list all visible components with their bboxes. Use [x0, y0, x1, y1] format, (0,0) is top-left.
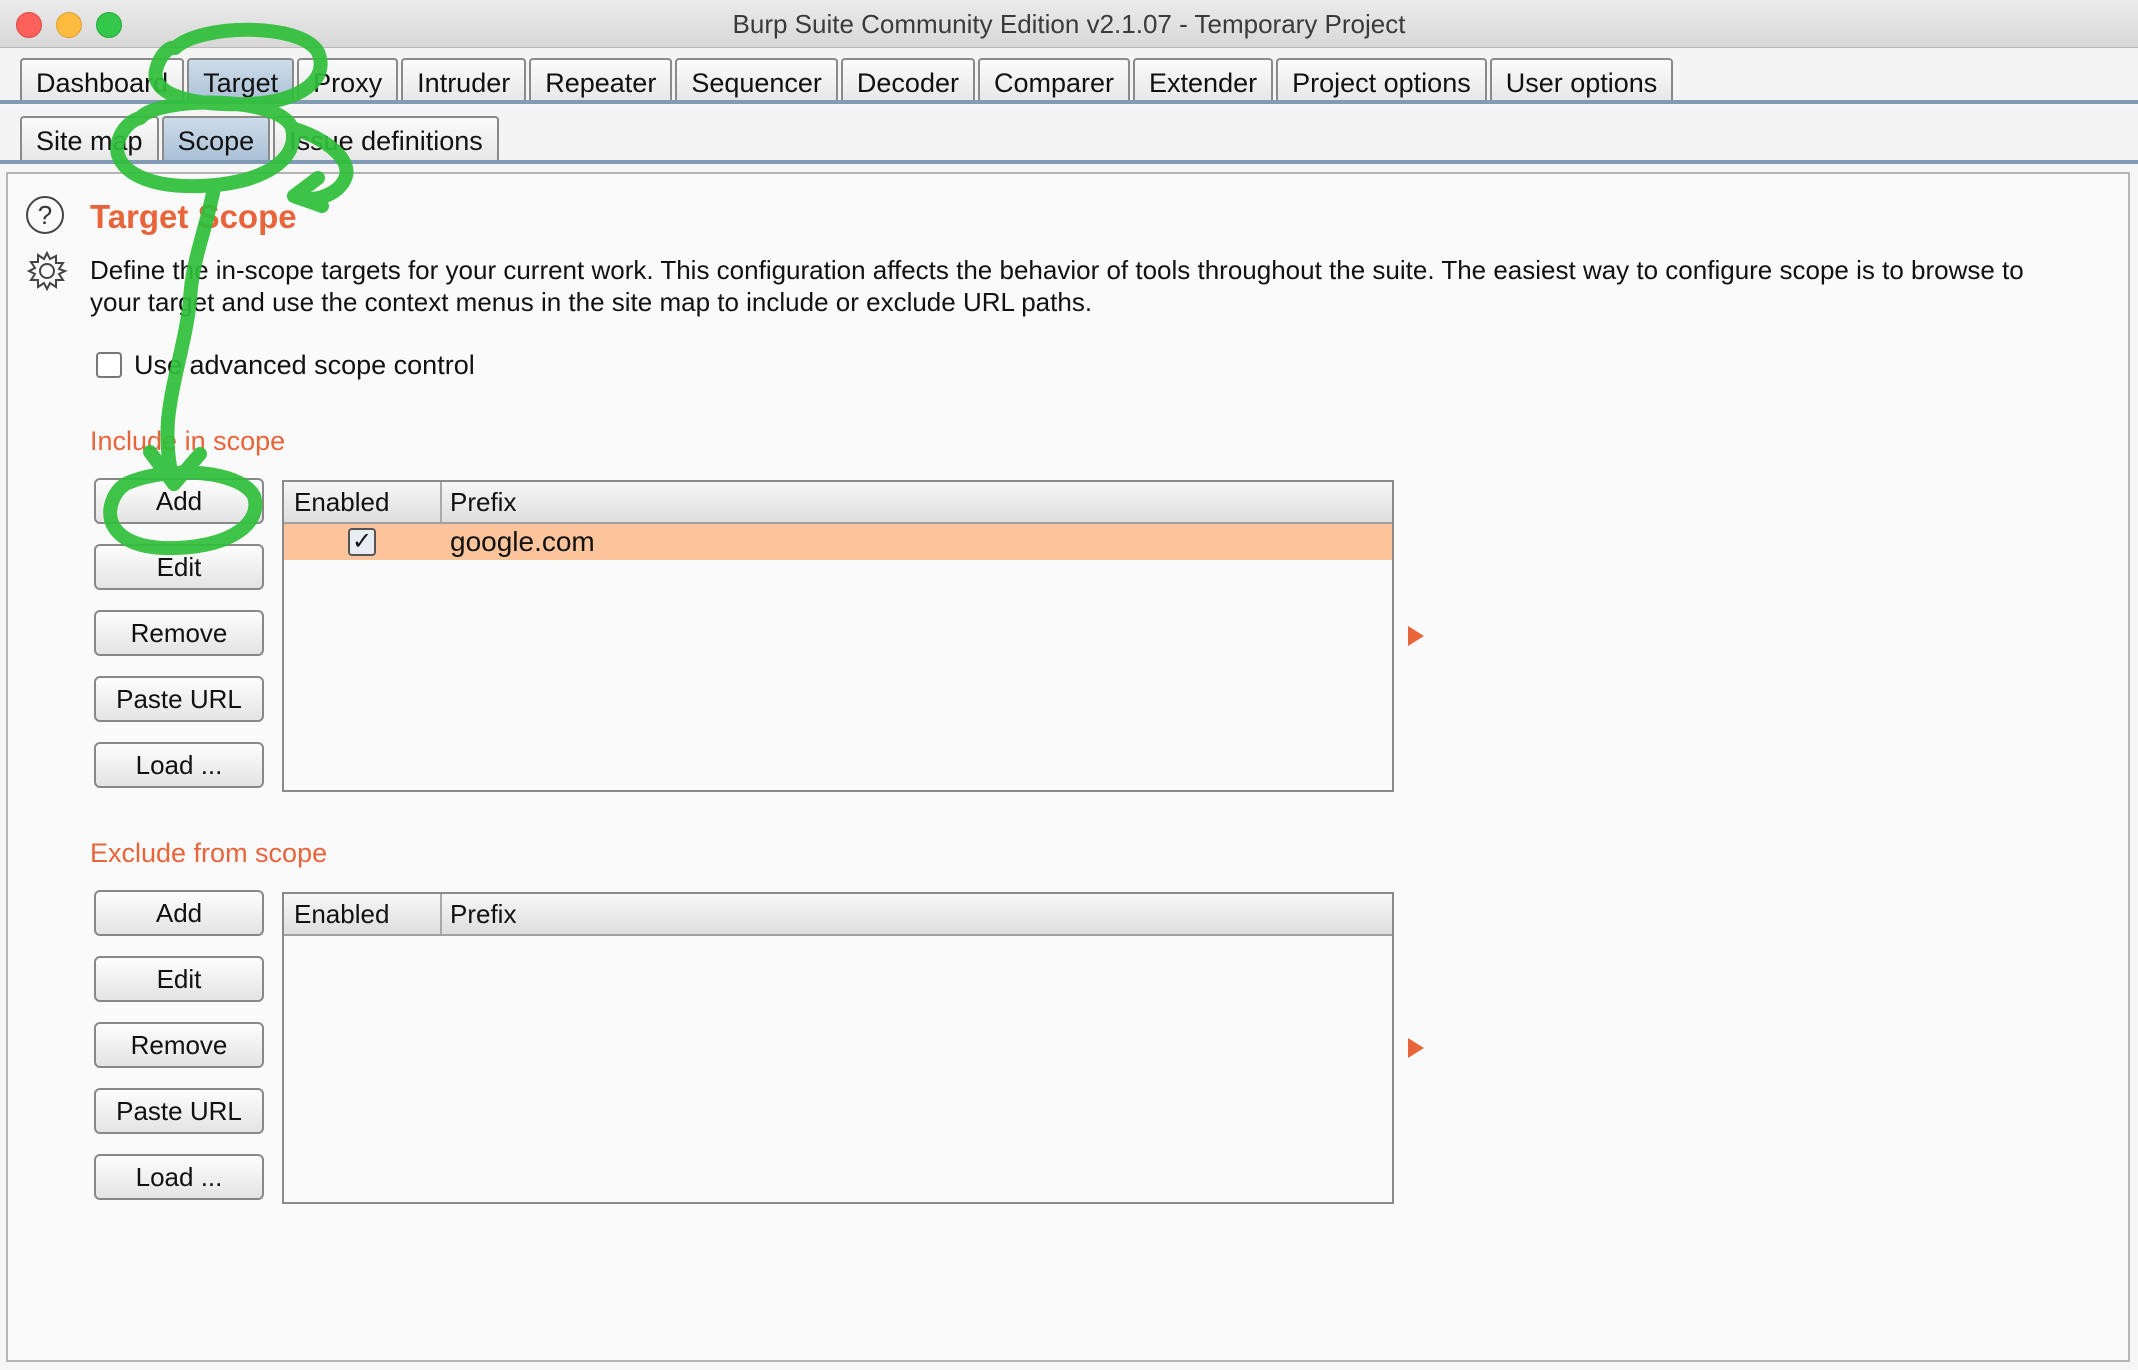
include-scope-table[interactable]: Enabled Prefix ✓ google.com: [282, 480, 1394, 792]
scope-description: Define the in-scope targets for your cur…: [90, 255, 2024, 317]
include-load-button[interactable]: Load ...: [94, 742, 264, 788]
sub-tab-bar: Site map Scope Issue definitions: [0, 108, 2138, 162]
advanced-scope-label[interactable]: Use advanced scope control: [134, 350, 475, 381]
exclude-expand-arrow-icon[interactable]: [1408, 1038, 1424, 1058]
include-paste-url-button[interactable]: Paste URL: [94, 676, 264, 722]
include-add-button[interactable]: Add: [94, 478, 264, 524]
tab-site-map[interactable]: Site map: [20, 116, 159, 162]
tab-comparer[interactable]: Comparer: [977, 58, 1131, 104]
include-table-header: Enabled Prefix: [284, 482, 1392, 524]
tab-decoder[interactable]: Decoder: [840, 58, 975, 104]
sub-tab-divider: [0, 160, 2138, 164]
page-title: Target Scope: [90, 198, 297, 235]
main-tab-divider: [0, 100, 2138, 104]
include-edit-button[interactable]: Edit: [94, 544, 264, 590]
exclude-table-header: Enabled Prefix: [284, 894, 1392, 936]
exclude-scope-table[interactable]: Enabled Prefix: [282, 892, 1394, 1204]
tab-issue-definitions[interactable]: Issue definitions: [273, 116, 499, 162]
exclude-load-button[interactable]: Load ...: [94, 1154, 264, 1200]
exclude-col-enabled[interactable]: Enabled: [294, 894, 389, 934]
include-remove-button[interactable]: Remove: [94, 610, 264, 656]
exclude-scope-label: Exclude from scope: [90, 838, 328, 868]
tab-project-options[interactable]: Project options: [1276, 58, 1487, 104]
table-row[interactable]: ✓ google.com: [284, 524, 1392, 560]
tab-sequencer[interactable]: Sequencer: [675, 58, 838, 104]
title-bar: Burp Suite Community Edition v2.1.07 - T…: [0, 0, 2138, 48]
include-col-enabled[interactable]: Enabled: [294, 482, 389, 522]
include-col-prefix[interactable]: Prefix: [450, 482, 516, 522]
row-prefix: google.com: [450, 526, 595, 557]
tab-scope[interactable]: Scope: [161, 116, 271, 162]
tab-dashboard[interactable]: Dashboard: [20, 58, 185, 104]
exclude-col-prefix[interactable]: Prefix: [450, 894, 516, 934]
exclude-add-button[interactable]: Add: [94, 890, 264, 936]
tab-user-options[interactable]: User options: [1489, 58, 1674, 104]
gear-icon[interactable]: [26, 250, 68, 292]
scope-panel: ? Target Scope Define the in-scope targe…: [6, 172, 2130, 1362]
tab-proxy[interactable]: Proxy: [297, 58, 399, 104]
exclude-remove-button[interactable]: Remove: [94, 1022, 264, 1068]
help-icon[interactable]: ?: [26, 196, 64, 234]
tab-extender[interactable]: Extender: [1133, 58, 1274, 104]
include-scope-label: Include in scope: [90, 426, 286, 456]
tab-repeater[interactable]: Repeater: [529, 58, 673, 104]
exclude-paste-url-button[interactable]: Paste URL: [94, 1088, 264, 1134]
advanced-scope-checkbox[interactable]: [96, 352, 122, 378]
window-title: Burp Suite Community Edition v2.1.07 - T…: [732, 9, 1406, 39]
include-expand-arrow-icon[interactable]: [1408, 626, 1424, 646]
tab-intruder[interactable]: Intruder: [401, 58, 527, 104]
tab-target[interactable]: Target: [187, 58, 295, 104]
column-divider: [440, 894, 442, 934]
row-enabled-checkbox[interactable]: ✓: [348, 528, 376, 556]
column-divider: [440, 482, 442, 522]
exclude-edit-button[interactable]: Edit: [94, 956, 264, 1002]
main-tab-bar: Dashboard Target Proxy Intruder Repeater…: [0, 48, 2138, 104]
app-window: Burp Suite Community Edition v2.1.07 - T…: [0, 0, 2138, 1370]
